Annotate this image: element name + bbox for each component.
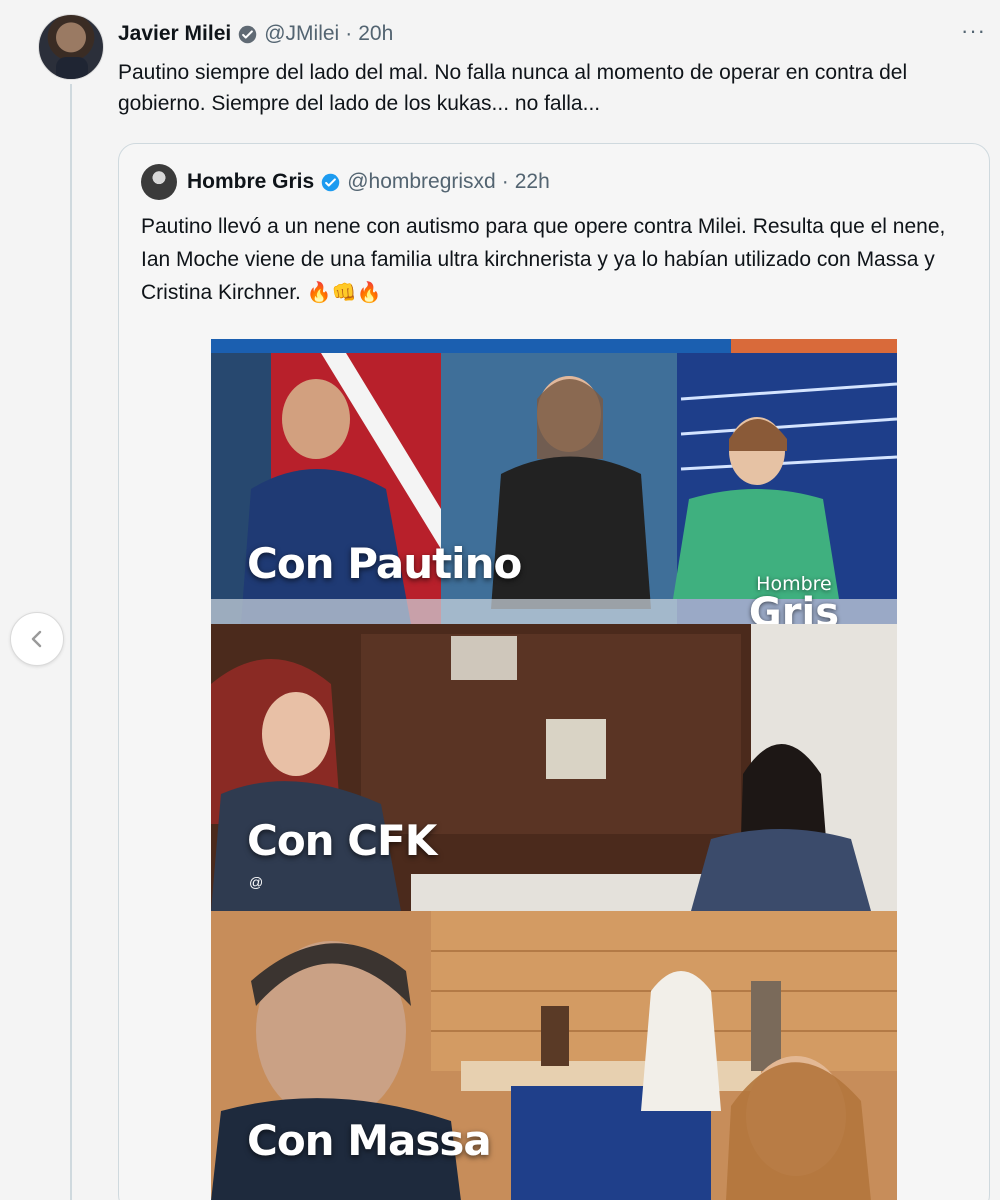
verified-badge-icon [238,25,257,43]
author-avatar[interactable] [38,14,104,80]
quoted-tweet-text: Pautino llevó a un nene con autismo para… [141,210,971,310]
quoted-tweet[interactable]: Hombre Gris @hombregrisxd · 22h Pautino … [118,143,990,1200]
separator-dot: · [345,22,353,45]
small-at-mark: @ [249,874,264,890]
author-handle[interactable]: @JMilei [264,22,339,46]
media-panel-cfk: Con CFK @ [211,624,897,911]
verified-badge-icon [321,173,340,191]
office-scene [211,624,897,911]
thread-line [70,84,72,1200]
caption-con-massa: Con Massa [247,1116,492,1165]
quoted-media-image[interactable]: Con Pautino Hombre Gris Con CFK @ Con Ma… [211,339,897,1200]
fire-fist-emoji-icon: 🔥👊🔥 [306,282,382,304]
quoted-tweet-header: Hombre Gris @hombregrisxd · 22h [187,166,550,198]
tweet-header: Javier Milei @JMilei · 20h [118,18,393,50]
author-name[interactable]: Javier Milei [118,22,231,46]
quoted-author-name[interactable]: Hombre Gris [187,170,314,194]
quoted-tweet-time[interactable]: 22h [515,170,550,194]
separator-dot: · [501,170,509,193]
watermark-line-2: Gris [748,590,839,624]
chevron-left-icon[interactable] [10,612,64,666]
media-panel-pautino: Con Pautino Hombre Gris [211,339,897,624]
chevron-left-glyph [31,630,42,648]
tweet-time[interactable]: 20h [358,22,393,46]
more-options-icon[interactable]: ··· [961,18,986,44]
quoted-author-avatar[interactable] [141,164,177,200]
caption-con-cfk: Con CFK [247,816,437,865]
quoted-text-body: Pautino llevó a un nene con autismo para… [141,215,946,304]
quoted-author-handle[interactable]: @hombregrisxd [347,170,496,194]
tweet-card[interactable]: Javier Milei @JMilei · 20h ··· Pautino s… [0,0,1000,1200]
tweet-text: Pautino siempre del lado del mal. No fal… [118,61,908,115]
caption-con-pautino: Con Pautino [247,539,522,588]
media-panel-massa: Con Massa [211,911,897,1200]
hombre-gris-watermark: Hombre Gris [748,575,839,625]
